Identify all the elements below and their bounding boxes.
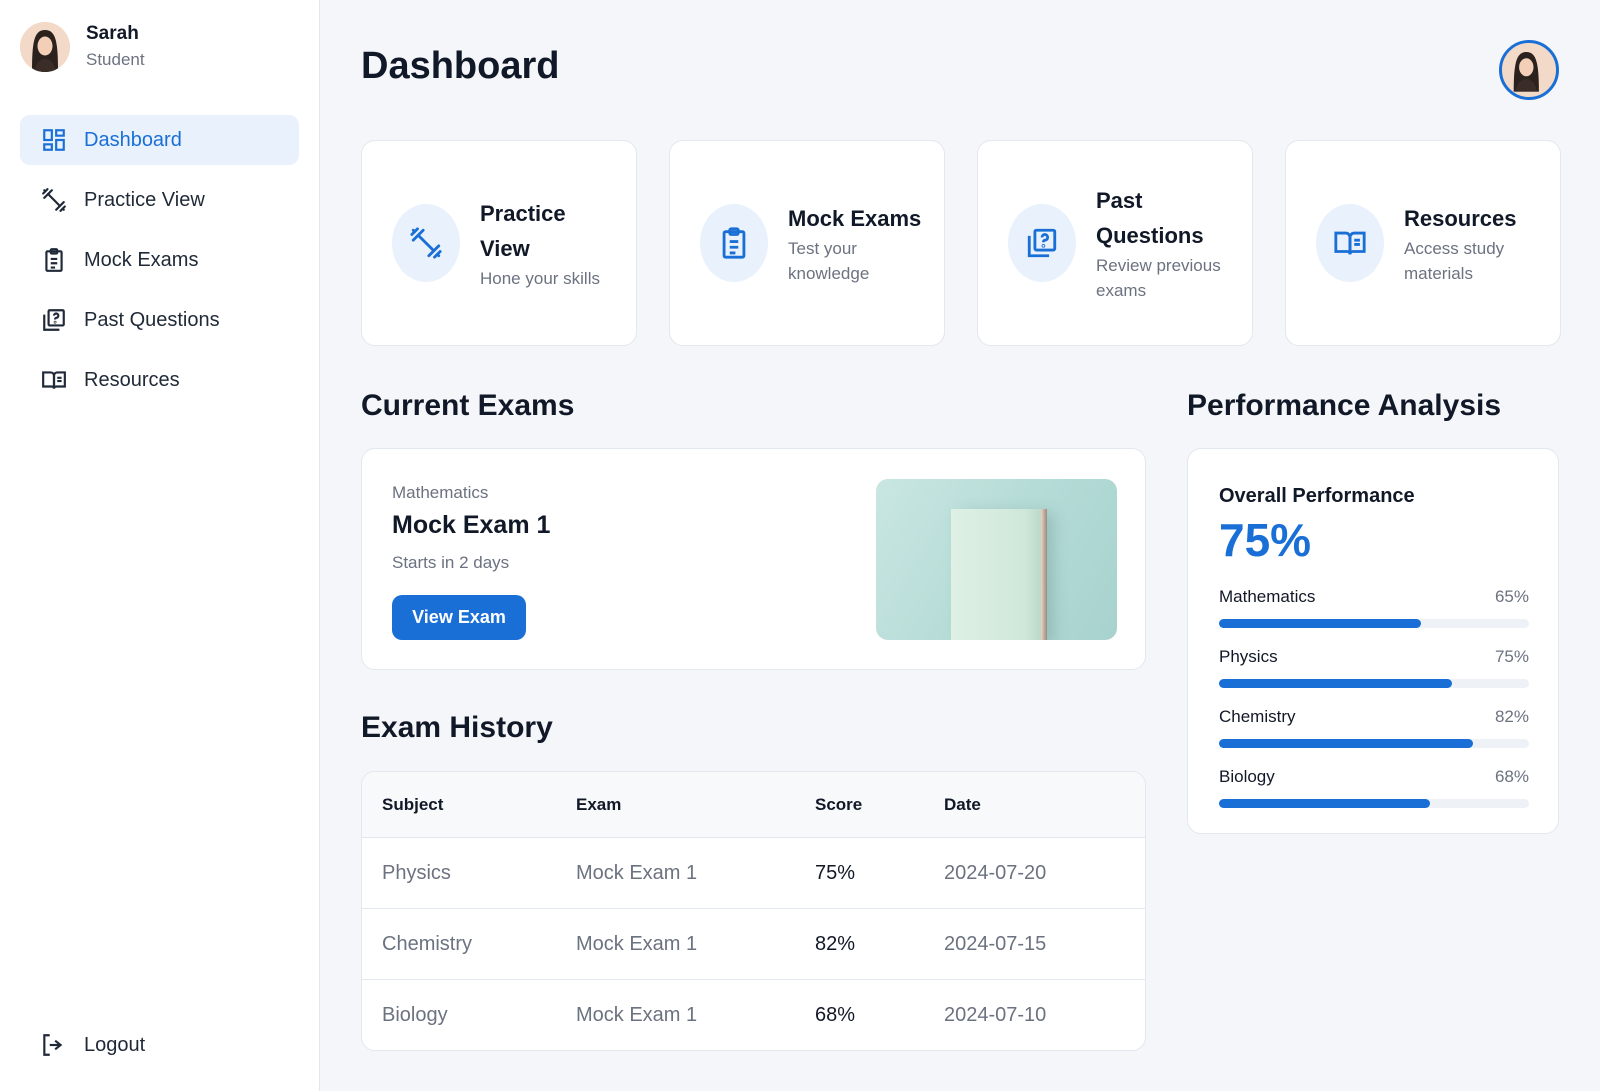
table-row[interactable]: Physics Mock Exam 1 75% 2024-07-20 [362,838,1145,909]
card-title: Resources [1404,205,1517,231]
clipboard-icon [40,246,68,274]
dashboard-icon [40,126,68,154]
progress-fill [1219,619,1421,628]
question-library-icon [1008,204,1076,282]
card-subtitle: Hone your skills [480,268,600,288]
progress-fill [1219,799,1430,808]
header-avatar[interactable] [1499,40,1559,100]
book-icon [40,366,68,394]
sidebar-item-label: Dashboard [84,128,182,151]
card-subtitle: Access study materials [1404,238,1505,283]
avatar [20,22,70,72]
subject-percent: 75% [1494,647,1529,666]
subject-name: Physics [1219,647,1278,666]
page-title: Dashboard [361,45,560,87]
sidebar-item-practice-view[interactable]: Practice View [20,175,299,225]
card-past-questions[interactable]: Past Questions Review previous exams [977,140,1253,346]
table-row[interactable]: Biology Mock Exam 1 68% 2024-07-10 [362,980,1145,1050]
notebook-spine [1041,509,1047,640]
progress-fill [1219,679,1452,688]
performance-row-chemistry: Chemistry 82% [1219,707,1529,748]
performance-card: Overall Performance 75% Mathematics 65% … [1187,448,1559,834]
progress-track [1219,739,1529,748]
card-practice-view[interactable]: Practice View Hone your skills [361,140,637,346]
subject-name: Biology [1219,767,1275,786]
subject-percent: 68% [1494,767,1529,786]
question-library-icon [40,306,68,334]
exam-history-table: Subject Exam Score Date Physics Mock Exa… [361,771,1146,1051]
performance-row-physics: Physics 75% [1219,647,1529,688]
user-profile[interactable]: Sarah Student [20,22,145,72]
performance-row-biology: Biology 68% [1219,767,1529,808]
sidebar-item-past-questions[interactable]: Past Questions [20,295,299,345]
overall-performance-label: Overall Performance [1219,485,1415,507]
current-exam-card: Mathematics Mock Exam 1 Starts in 2 days… [361,448,1146,670]
cell-subject: Chemistry [382,932,473,955]
subject-name: Mathematics [1219,587,1316,606]
card-subtitle: Review previous exams [1096,256,1221,300]
column-header-date: Date [944,794,981,814]
exam-history-heading: Exam History [361,711,553,744]
book-icon [1316,204,1384,282]
column-header-exam: Exam [576,794,622,814]
sidebar-item-resources[interactable]: Resources [20,355,299,405]
progress-track [1219,619,1529,628]
user-role: Student [86,50,145,69]
sidebar-item-mock-exams[interactable]: Mock Exams [20,235,299,285]
sidebar-nav: Dashboard Practice View Mock Exams Past … [20,115,299,415]
card-title: Mock Exams [788,205,922,231]
sidebar-item-label: Resources [84,368,180,391]
sidebar-item-label: Mock Exams [84,248,199,271]
dumbbell-icon [392,204,460,282]
cell-score: 82% [815,932,856,955]
dumbbell-icon [40,186,68,214]
current-exams-heading: Current Exams [361,389,575,422]
cell-score: 75% [815,861,856,884]
notebook-illustration [951,509,1043,640]
sidebar-item-dashboard[interactable]: Dashboard [20,115,299,165]
progress-fill [1219,739,1474,748]
cell-score: 68% [815,1004,856,1026]
logout-label: Logout [84,1033,146,1056]
subject-percent: 65% [1494,587,1529,606]
clipboard-icon [700,204,768,282]
performance-heading: Performance Analysis [1187,389,1502,422]
subject-percent: 82% [1494,707,1529,726]
progress-track [1219,679,1529,688]
logout-icon [43,1034,63,1056]
sidebar-item-label: Past Questions [84,308,220,331]
card-title: Practice View [480,200,566,261]
column-header-subject: Subject [382,794,444,814]
exam-image [876,479,1117,640]
subject-name: Chemistry [1219,707,1296,726]
card-subtitle: Test your knowledge [788,238,870,283]
performance-row-mathematics: Mathematics 65% [1219,587,1529,628]
cell-subject: Physics [382,861,451,884]
quick-access-cards: Practice View Hone your skills Mock Exam… [361,140,1561,346]
card-title: Past Questions [1096,188,1204,248]
exam-subject: Mathematics [392,483,489,502]
cell-date: 2024-07-15 [944,932,1047,955]
sidebar: Sarah Student Dashboard Practice View Mo… [0,0,320,1091]
table-row[interactable]: Chemistry Mock Exam 1 82% 2024-07-15 [362,909,1145,980]
card-mock-exams[interactable]: Mock Exams Test your knowledge [669,140,945,346]
view-exam-button[interactable]: View Exam [392,595,526,640]
cell-date: 2024-07-20 [944,861,1047,884]
sidebar-item-label: Practice View [84,188,205,211]
exam-title: Mock Exam 1 [392,511,551,539]
column-header-score: Score [815,794,863,814]
cell-exam: Mock Exam 1 [576,932,698,955]
cell-exam: Mock Exam 1 [576,861,698,884]
cell-subject: Biology [382,1004,448,1026]
progress-track [1219,799,1529,808]
cell-exam: Mock Exam 1 [576,1004,698,1026]
logout-button[interactable]: Logout [40,1032,145,1058]
user-name: Sarah [86,23,139,44]
overall-performance-value: 75% [1219,514,1312,566]
cell-date: 2024-07-10 [944,1004,1047,1026]
table-header: Subject Exam Score Date [362,772,1145,838]
exam-start-time: Starts in 2 days [392,553,510,572]
card-resources[interactable]: Resources Access study materials [1285,140,1561,346]
